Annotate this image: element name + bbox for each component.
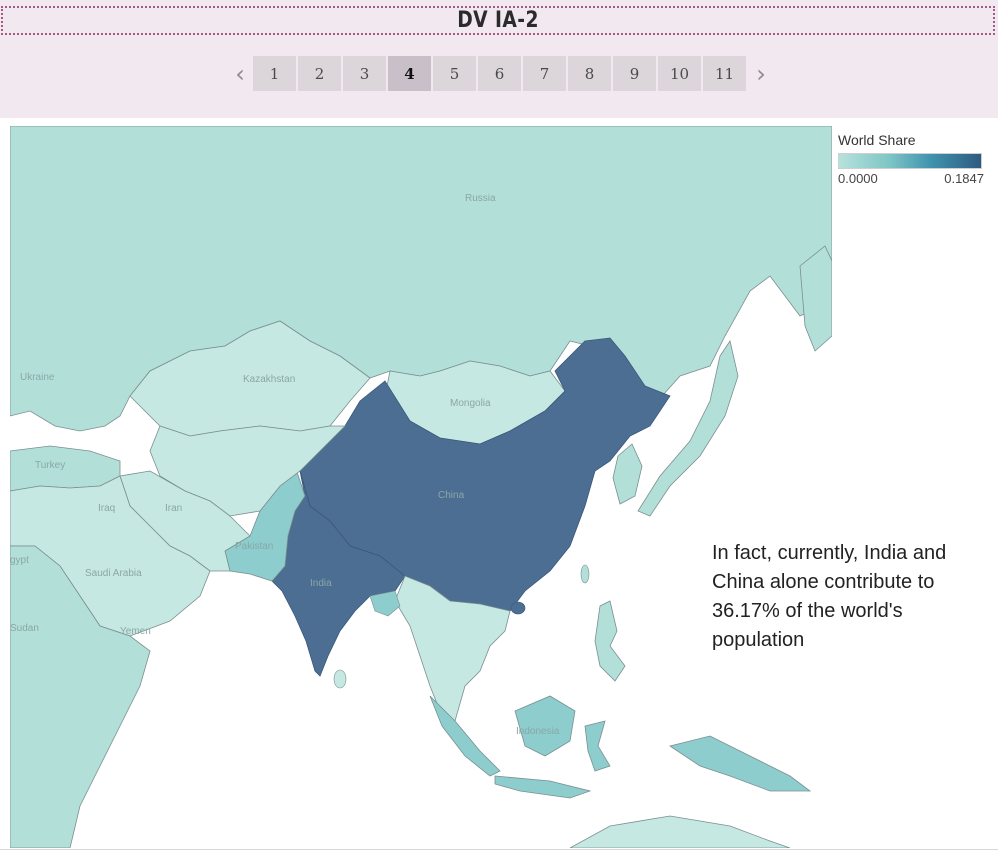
region-sulawesi: [584, 720, 611, 772]
choropleth-map[interactable]: Russia Kazakhstan Mongolia China India I…: [10, 126, 832, 848]
page-button-4[interactable]: 4: [388, 56, 431, 91]
page-button-2[interactable]: 2: [298, 56, 341, 91]
dashboard-title-bar: DV IA-2: [1, 6, 995, 35]
label-yemen: Yemen: [120, 626, 151, 637]
region-sri-lanka: [333, 669, 347, 689]
divider: [0, 849, 998, 850]
story-navigator: ‹ 1 2 3 4 5 6 7 8 9 10 11 ›: [227, 56, 774, 91]
legend-min: 0.0000: [838, 171, 878, 186]
label-pakistan: Pakistan: [235, 541, 273, 552]
legend-max: 0.1847: [944, 171, 984, 186]
label-iraq: Iraq: [98, 503, 115, 514]
annotation-text: In fact, currently, India and China alon…: [712, 542, 947, 651]
legend-gradient: [838, 153, 982, 169]
map-svg: Russia Kazakhstan Mongolia China India I…: [10, 126, 832, 848]
label-mongolia: Mongolia: [450, 398, 491, 409]
region-australia[interactable]: [569, 815, 791, 848]
label-saudi: Saudi Arabia: [85, 568, 142, 579]
page-button-5[interactable]: 5: [433, 56, 476, 91]
label-kazakhstan: Kazakhstan: [243, 374, 295, 385]
label-iran: Iran: [165, 503, 182, 514]
page-button-7[interactable]: 7: [523, 56, 566, 91]
page-button-11[interactable]: 11: [703, 56, 746, 91]
label-egypt: gypt: [10, 555, 29, 566]
label-sudan: Sudan: [10, 623, 39, 634]
region-korea[interactable]: [612, 443, 643, 505]
region-new-guinea[interactable]: [669, 735, 812, 792]
label-russia: Russia: [465, 193, 496, 204]
label-india: India: [310, 578, 332, 589]
dashboard-content: Russia Kazakhstan Mongolia China India I…: [0, 118, 998, 852]
dashboard-title: DV IA-2: [457, 8, 539, 33]
region-philippines[interactable]: [594, 600, 626, 682]
region-russia-east: [799, 245, 832, 352]
page-button-8[interactable]: 8: [568, 56, 611, 91]
page-list: 1 2 3 4 5 6 7 8 9 10 11: [253, 56, 748, 91]
region-indonesia[interactable]: [429, 695, 501, 777]
chevron-right-icon[interactable]: ›: [748, 56, 774, 91]
chevron-left-icon[interactable]: ‹: [227, 56, 253, 91]
page-button-1[interactable]: 1: [253, 56, 296, 91]
region-hainan: [510, 601, 526, 615]
page-button-3[interactable]: 3: [343, 56, 386, 91]
color-legend: World Share 0.0000 0.1847: [838, 132, 988, 186]
label-indonesia: Indonesia: [516, 726, 560, 737]
region-java: [494, 775, 592, 799]
legend-labels: 0.0000 0.1847: [838, 171, 984, 186]
label-turkey: Turkey: [35, 460, 65, 471]
label-ukraine: Ukraine: [20, 372, 55, 383]
page-button-6[interactable]: 6: [478, 56, 521, 91]
page-button-9[interactable]: 9: [613, 56, 656, 91]
page-button-10[interactable]: 10: [658, 56, 701, 91]
label-china: China: [438, 490, 465, 501]
legend-title: World Share: [838, 132, 916, 148]
region-taiwan: [580, 564, 590, 584]
